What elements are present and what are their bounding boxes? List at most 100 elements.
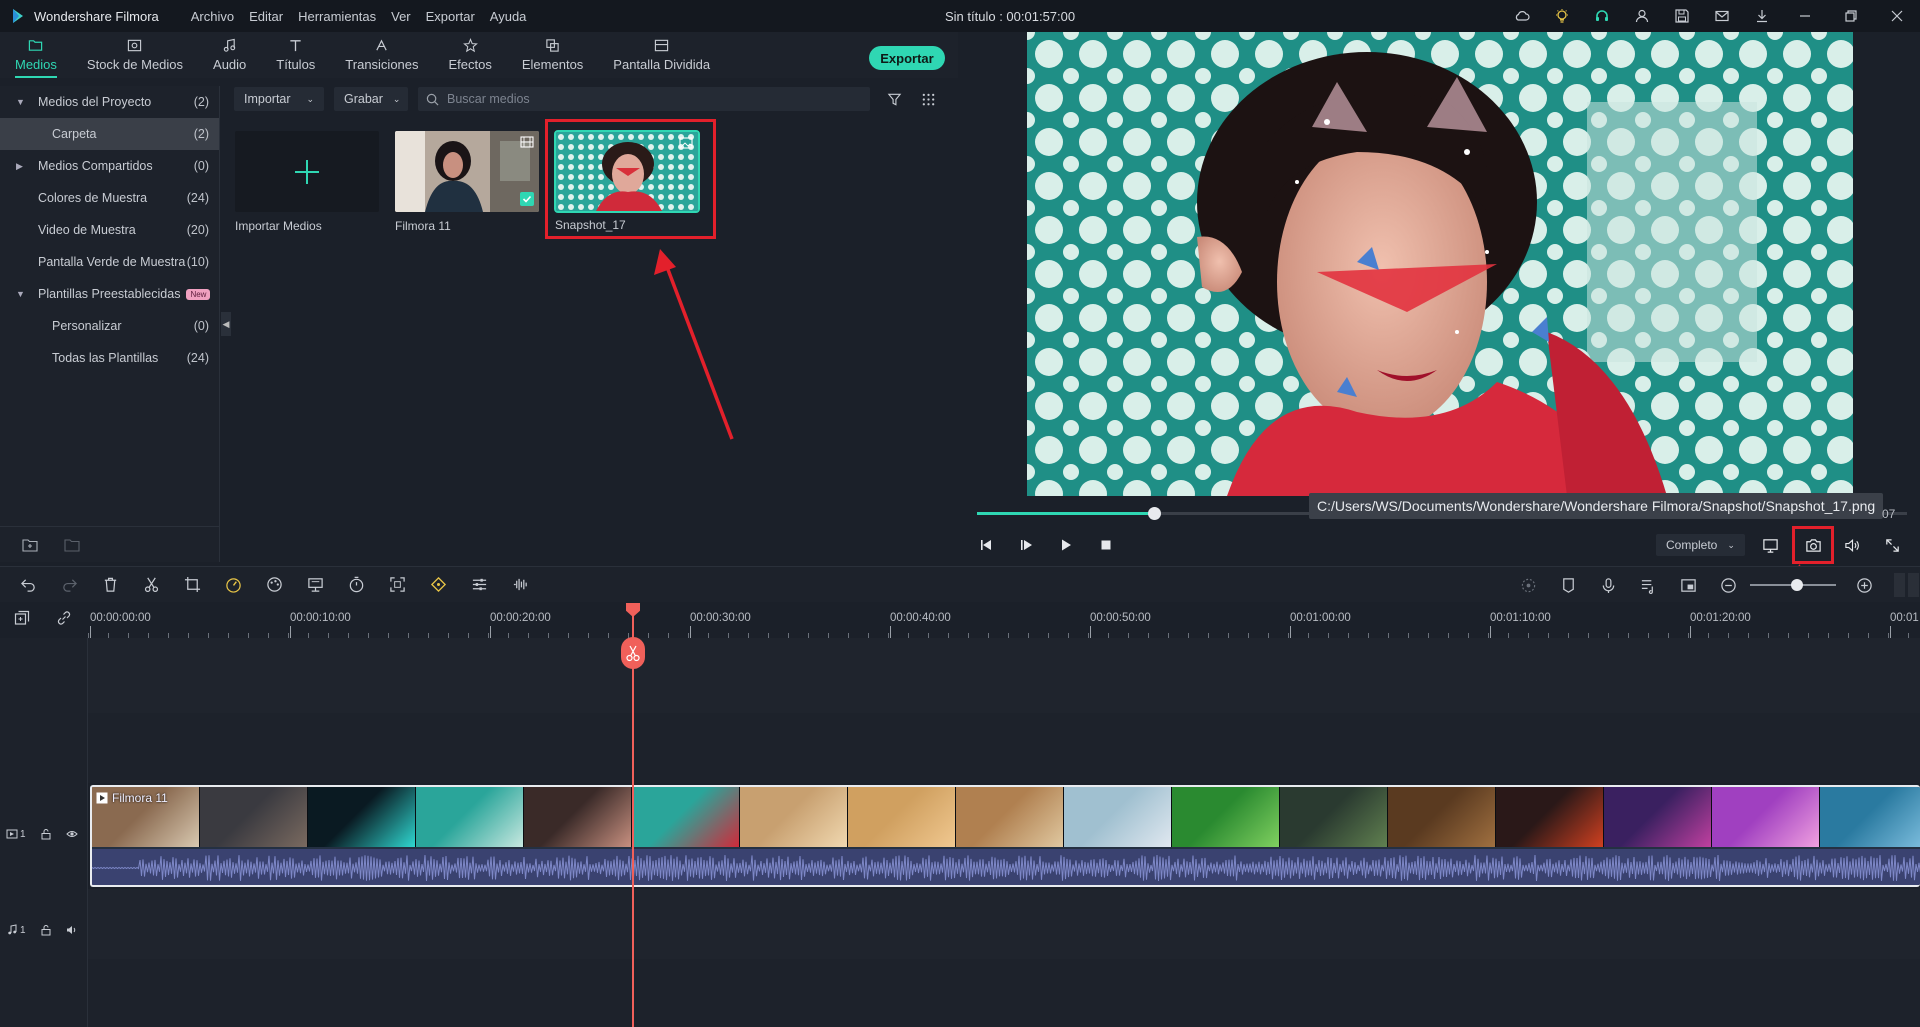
audio-waveform-icon[interactable]: [510, 575, 530, 595]
export-button[interactable]: Exportar: [869, 46, 945, 70]
fullscreen-icon[interactable]: [1882, 535, 1902, 555]
media-item-filmora-11[interactable]: Filmora 11: [395, 131, 539, 233]
folder-icon: [29, 40, 43, 51]
stop-button[interactable]: [1097, 536, 1115, 554]
import-dropdown[interactable]: Importar ⌄: [234, 87, 324, 111]
pip-icon[interactable]: [1678, 575, 1698, 595]
import-media-card[interactable]: Importar Medios: [235, 131, 379, 233]
lock-icon[interactable]: [40, 828, 52, 840]
tab-elementos[interactable]: Elementos: [507, 32, 598, 78]
speed-icon[interactable]: [223, 575, 243, 595]
fit-screen-icon[interactable]: [387, 575, 407, 595]
minimize-icon[interactable]: [1782, 0, 1828, 32]
color-icon[interactable]: [264, 575, 284, 595]
sidebar-item-todas-las-plantillas[interactable]: Todas las Plantillas (24): [0, 342, 219, 374]
sidebar-item-pantalla-verde-de-muestra[interactable]: Pantalla Verde de Muestra (10): [0, 246, 219, 278]
timeline-ruler[interactable]: 00:00:00:00 00:00:10:00 00:00:20:00 00:00:3…: [0, 602, 1920, 638]
green-screen-icon[interactable]: [305, 575, 325, 595]
undo-icon[interactable]: [18, 575, 38, 595]
tab-pantalla-dividida[interactable]: Pantalla Dividida: [598, 32, 725, 78]
clip-frame-thumbnail: [1172, 787, 1280, 847]
expand-arrow-icon[interactable]: ▶: [16, 161, 26, 172]
previous-frame-button[interactable]: [977, 536, 995, 554]
menu-exportar[interactable]: Exportar: [426, 9, 475, 24]
import-label: Importar: [244, 92, 291, 106]
empty-track-area: [88, 959, 1920, 1027]
clip-frame-thumbnail: [1712, 787, 1820, 847]
menu-archivo[interactable]: Archivo: [191, 9, 234, 24]
collapse-sidebar-icon[interactable]: ◀: [221, 312, 231, 336]
layout-toggle-icon[interactable]: [1894, 573, 1920, 597]
tab-medios[interactable]: Medios: [0, 32, 72, 78]
sidebar-item-count: (10): [186, 255, 209, 269]
user-icon[interactable]: [1622, 0, 1662, 32]
tab-efectos[interactable]: Efectos: [434, 32, 507, 78]
video-clip-filmora-11[interactable]: Filmora 11: [90, 785, 1920, 887]
headset-icon[interactable]: [1582, 0, 1622, 32]
audio-mixer-icon[interactable]: [1638, 575, 1658, 595]
import-media-thumb[interactable]: [235, 131, 379, 212]
sidebar-item-carpeta[interactable]: Carpeta (2): [0, 118, 219, 150]
speaker-icon[interactable]: [66, 924, 78, 936]
display-settings-icon[interactable]: [1760, 535, 1780, 555]
sidebar-item-medios-compartidos[interactable]: ▶ Medios Compartidos (0): [0, 150, 219, 182]
folder-icon[interactable]: [64, 538, 80, 552]
zoom-slider-handle[interactable]: [1791, 579, 1804, 591]
search-input[interactable]: Buscar medios: [418, 87, 870, 111]
download-icon[interactable]: [1742, 0, 1782, 32]
crop-icon[interactable]: [182, 575, 202, 595]
cloud-icon[interactable]: [1502, 0, 1542, 32]
tab-audio[interactable]: Audio: [198, 32, 261, 78]
zoom-in-icon[interactable]: [1854, 575, 1874, 595]
play-icon: [1062, 539, 1071, 551]
next-frame-button[interactable]: [1017, 536, 1035, 554]
cut-icon[interactable]: [141, 575, 161, 595]
duration-icon[interactable]: [346, 575, 366, 595]
sidebar-item-video-de-muestra[interactable]: Video de Muestra (20): [0, 214, 219, 246]
lock-icon[interactable]: [40, 924, 52, 936]
microphone-icon[interactable]: [1598, 575, 1618, 595]
sidebar-item-medios-del-proyecto[interactable]: ▼ Medios del Proyecto (2): [0, 86, 219, 118]
sidebar-item-plantillas-preestablecidas[interactable]: ▼ Plantillas Preestablecidas New: [0, 278, 219, 310]
tab-titulos[interactable]: Títulos: [261, 32, 330, 78]
tab-transiciones[interactable]: Transiciones: [330, 32, 433, 78]
filter-icon[interactable]: [884, 89, 904, 109]
delete-icon[interactable]: [100, 575, 120, 595]
eye-icon[interactable]: [65, 828, 78, 840]
new-folder-icon[interactable]: [22, 538, 38, 552]
add-track-icon[interactable]: [14, 610, 30, 626]
grid-view-icon[interactable]: [918, 89, 938, 109]
sidebar-item-colores-de-muestra[interactable]: Colores de Muestra (24): [0, 182, 219, 214]
timeline-zoom-slider[interactable]: [1750, 579, 1836, 591]
preview-quality-dropdown[interactable]: Completo ⌄: [1656, 534, 1745, 556]
tab-stock-de-medios[interactable]: Stock de Medios: [72, 32, 198, 78]
render-icon[interactable]: [1518, 575, 1538, 595]
split-scissors-icon[interactable]: [621, 637, 645, 669]
restore-icon[interactable]: [1828, 0, 1874, 32]
expand-arrow-icon[interactable]: ▼: [16, 97, 26, 107]
menu-herramientas[interactable]: Herramientas: [298, 9, 376, 24]
link-icon[interactable]: [56, 610, 72, 626]
save-icon[interactable]: [1662, 0, 1702, 32]
adjust-icon[interactable]: [469, 575, 489, 595]
preview-video[interactable]: [1027, 32, 1853, 496]
lightbulb-icon[interactable]: [1542, 0, 1582, 32]
redo-icon[interactable]: [59, 575, 79, 595]
menu-ver[interactable]: Ver: [391, 9, 411, 24]
volume-icon[interactable]: [1842, 535, 1862, 555]
audio-waveform: [92, 854, 1920, 882]
zoom-out-icon[interactable]: [1718, 575, 1738, 595]
menu-editar[interactable]: Editar: [249, 9, 283, 24]
record-dropdown[interactable]: Grabar ⌄: [334, 87, 408, 111]
menu-ayuda[interactable]: Ayuda: [490, 9, 527, 24]
keyframe-icon[interactable]: [428, 575, 448, 595]
expand-arrow-icon[interactable]: ▼: [16, 289, 26, 299]
mail-icon[interactable]: [1702, 0, 1742, 32]
play-button[interactable]: [1057, 536, 1075, 554]
close-icon[interactable]: [1874, 0, 1920, 32]
marker-icon[interactable]: [1558, 575, 1578, 595]
video-thumbnail[interactable]: [395, 131, 539, 212]
sidebar-item-personalizar[interactable]: Personalizar (0): [0, 310, 219, 342]
record-label: Grabar: [344, 92, 383, 106]
scrubber-handle[interactable]: [1147, 507, 1161, 520]
